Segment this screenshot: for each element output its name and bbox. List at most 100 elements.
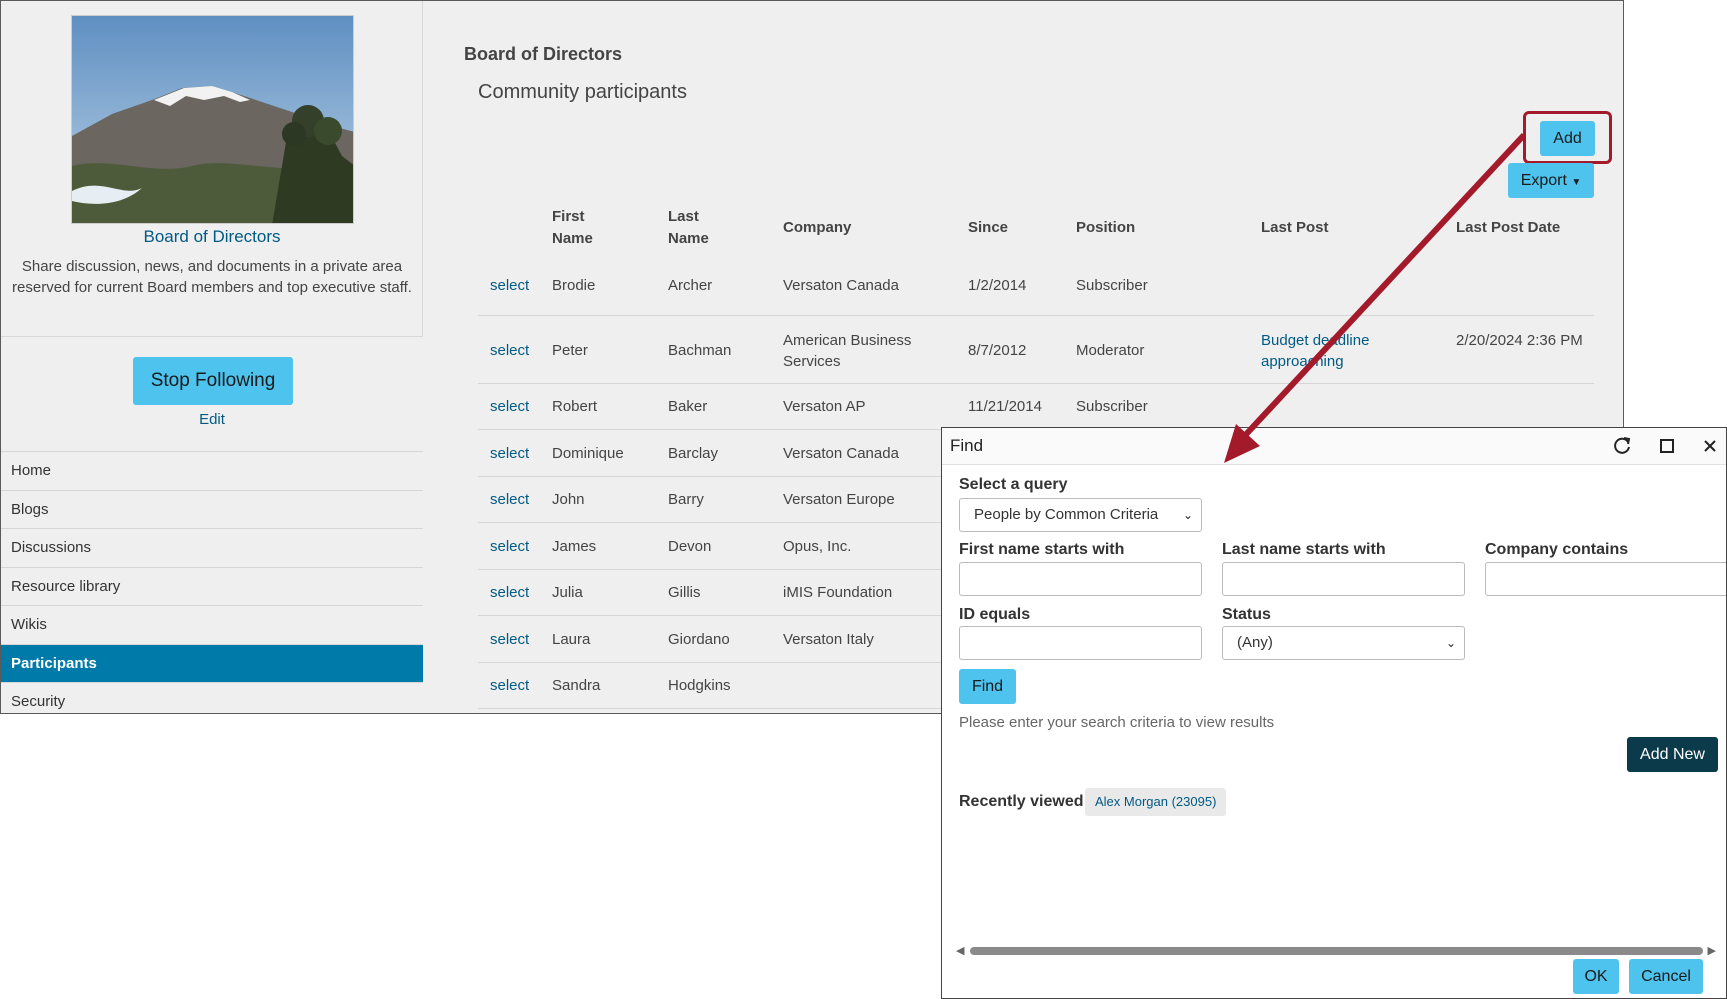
query-select[interactable]: People by Common Criteria ⌄ xyxy=(959,498,1202,532)
recently-viewed-item[interactable]: Alex Morgan (23095) xyxy=(1085,788,1227,816)
select-link[interactable]: select xyxy=(490,675,529,696)
group-image xyxy=(71,15,354,224)
table-row: select Brodie Archer Versaton Canada 1/2… xyxy=(478,254,1594,316)
sidebar-nav: Home Blogs Discussions Resource library … xyxy=(1,451,423,713)
stop-following-button[interactable]: Stop Following xyxy=(133,357,293,405)
select-link[interactable]: select xyxy=(490,340,529,361)
select-link[interactable]: select xyxy=(490,582,529,603)
first-name-cell: James xyxy=(552,538,597,555)
company-input[interactable] xyxy=(1485,562,1726,596)
sidebar-item-blogs[interactable]: Blogs xyxy=(1,489,423,529)
group-card: Board of Directors Share discussion, new… xyxy=(1,1,423,337)
chevron-down-icon: ⌄ xyxy=(1445,636,1456,650)
select-link[interactable]: select xyxy=(490,275,529,296)
sidebar-item-participants[interactable]: Participants xyxy=(1,643,423,682)
first-name-cell: Laura xyxy=(552,631,591,648)
select-link[interactable]: select xyxy=(490,629,529,650)
maximize-icon[interactable] xyxy=(1655,434,1679,458)
last-name-cell: Gillis xyxy=(668,584,701,601)
company-label: Company contains xyxy=(1485,541,1629,558)
sidebar-item-discussions[interactable]: Discussions xyxy=(1,528,423,567)
column-header-last-post[interactable]: Last Post xyxy=(1261,217,1329,239)
refresh-icon[interactable] xyxy=(1610,434,1634,458)
group-title[interactable]: Board of Directors xyxy=(1,227,423,247)
last-name-cell: Bachman xyxy=(668,342,732,359)
select-link[interactable]: select xyxy=(490,396,529,417)
company-cell: Opus, Inc. xyxy=(783,538,852,555)
table-row: select Peter Bachman American Business S… xyxy=(478,316,1594,384)
first-name-cell: Sandra xyxy=(552,677,601,694)
group-description: Share discussion, news, and documents in… xyxy=(12,258,412,296)
company-cell: Versaton Italy xyxy=(783,631,874,648)
last-post-date-cell: 2/20/2024 2:36 PM xyxy=(1456,332,1583,349)
select-query-label: Select a query xyxy=(959,476,1068,493)
last-name-cell: Giordano xyxy=(668,631,730,648)
column-header-position[interactable]: Position xyxy=(1076,217,1135,239)
sidebar-item-resource-library[interactable]: Resource library xyxy=(1,566,423,606)
select-link[interactable]: select xyxy=(490,536,529,557)
first-name-label: First name starts with xyxy=(959,541,1125,558)
company-cell: Versaton Europe xyxy=(783,491,895,508)
company-cell: iMIS Foundation xyxy=(783,584,893,601)
chevron-down-icon: ⌄ xyxy=(1182,508,1193,522)
cancel-button[interactable]: Cancel xyxy=(1629,959,1703,994)
edit-link[interactable]: Edit xyxy=(1,411,423,428)
first-name-cell: Robert xyxy=(552,398,598,415)
status-select[interactable]: (Any) ⌄ xyxy=(1222,626,1465,660)
company-cell: Versaton Canada xyxy=(783,277,899,294)
first-name-cell: Julia xyxy=(552,584,583,601)
add-new-button[interactable]: Add New xyxy=(1627,737,1718,772)
since-cell: 11/21/2014 xyxy=(968,398,1042,415)
close-icon[interactable] xyxy=(1698,434,1722,458)
column-header-last-name-line2: Name xyxy=(668,230,709,247)
page-title: Board of Directors xyxy=(464,44,623,64)
column-header-first-name[interactable]: First Name xyxy=(552,206,593,250)
first-name-input[interactable] xyxy=(959,562,1202,596)
scrollbar-thumb[interactable] xyxy=(970,947,1703,955)
select-link[interactable]: select xyxy=(490,443,529,464)
column-header-last-name-line1: Last xyxy=(668,208,699,225)
sidebar-item-wikis[interactable]: Wikis xyxy=(1,605,423,644)
company-cell: American Business Services xyxy=(783,332,912,370)
position-cell: Subscriber xyxy=(1076,398,1148,415)
sidebar-item-home[interactable]: Home xyxy=(1,451,423,490)
select-link[interactable]: select xyxy=(490,489,529,510)
sidebar: Board of Directors Share discussion, new… xyxy=(1,1,423,713)
query-select-value: People by Common Criteria xyxy=(974,506,1159,523)
company-cell: Versaton AP xyxy=(783,398,866,415)
id-label: ID equals xyxy=(959,606,1031,623)
dialog-titlebar[interactable]: Find xyxy=(942,428,1726,465)
column-header-since[interactable]: Since xyxy=(968,217,1008,239)
last-name-cell: Baker xyxy=(668,398,708,415)
section-title: Community participants xyxy=(478,81,687,103)
column-header-last-name[interactable]: Last Name xyxy=(668,206,709,250)
id-input[interactable] xyxy=(959,626,1202,660)
last-name-label: Last name starts with xyxy=(1222,541,1386,558)
scroll-left-icon[interactable]: ◀ xyxy=(956,944,964,958)
since-cell: 1/2/2014 xyxy=(968,277,1027,294)
company-cell: Versaton Canada xyxy=(783,445,899,462)
column-header-last-post-date[interactable]: Last Post Date xyxy=(1456,217,1560,239)
position-cell: Subscriber xyxy=(1076,277,1148,294)
since-cell: 8/7/2012 xyxy=(968,342,1027,359)
first-name-cell: Dominique xyxy=(552,445,624,462)
column-header-first-name-line2: Name xyxy=(552,230,593,247)
last-name-cell: Barry xyxy=(668,491,704,508)
last-name-cell: Hodgkins xyxy=(668,677,731,694)
find-button[interactable]: Find xyxy=(959,669,1016,704)
last-name-cell: Barclay xyxy=(668,445,719,462)
horizontal-scrollbar[interactable]: ◀ ▶ xyxy=(956,944,1716,958)
ok-button[interactable]: OK xyxy=(1573,959,1619,994)
last-name-cell: Devon xyxy=(668,538,712,555)
last-post-link[interactable]: Budget deadline approaching xyxy=(1261,330,1391,372)
scroll-right-icon[interactable]: ▶ xyxy=(1708,944,1716,958)
sidebar-item-security[interactable]: Security xyxy=(1,682,423,713)
last-name-cell: Archer xyxy=(668,277,713,294)
first-name-cell: Peter xyxy=(552,342,588,359)
export-label: Export xyxy=(1520,171,1567,189)
recently-viewed-label: Recently viewed xyxy=(959,793,1084,810)
dialog-title: Find xyxy=(950,436,984,455)
column-header-company[interactable]: Company xyxy=(783,217,851,239)
export-button[interactable]: Export ▼ xyxy=(1508,163,1594,198)
last-name-input[interactable] xyxy=(1222,562,1465,596)
